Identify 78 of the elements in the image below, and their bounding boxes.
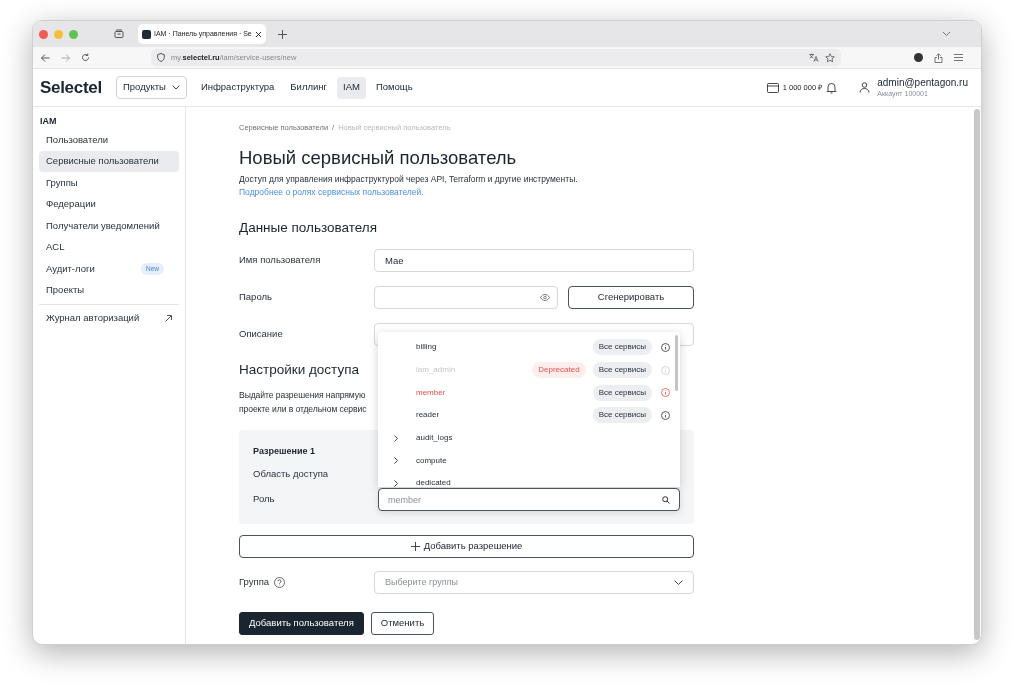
logo[interactable]: Selectel: [40, 74, 116, 101]
shield-icon: [157, 53, 165, 62]
paragraph-line: Выдайте разрешения напрямую: [239, 389, 366, 402]
field-label: Пароль: [239, 290, 273, 305]
share-icon[interactable]: [934, 52, 943, 63]
dropdown-group[interactable]: dedicated: [378, 472, 673, 487]
account-email[interactable]: admin@pentagon.ru: [877, 76, 968, 89]
scope-tag: Все сервисы: [592, 384, 652, 401]
info-icon[interactable]: [661, 342, 670, 352]
info-icon[interactable]: [661, 410, 670, 420]
field-label: Описание: [239, 327, 284, 342]
cancel-button[interactable]: Отменить: [370, 612, 435, 635]
nav-tab[interactable]: Биллинг: [284, 76, 333, 99]
menu-icon[interactable]: [954, 54, 963, 61]
search-icon: [662, 495, 670, 504]
plus-icon: [410, 542, 420, 551]
tab-overview-icon[interactable]: [114, 29, 124, 39]
reload-icon[interactable]: [81, 53, 90, 62]
show-password-eye-icon[interactable]: [540, 294, 550, 301]
external-link-arrow-icon: [165, 315, 172, 322]
dropdown-option[interactable]: member Все сервисы: [378, 381, 673, 405]
scope-tag: Все сервисы: [592, 407, 652, 424]
password-field[interactable]: [374, 286, 558, 309]
dropdown-option[interactable]: reader Все сервисы: [378, 404, 673, 427]
field-label: Имя пользователя: [239, 253, 322, 268]
bookmark-star-icon[interactable]: [825, 52, 835, 63]
new-tab-icon[interactable]: [278, 29, 287, 39]
tab-list-chevron-icon[interactable]: [942, 31, 951, 37]
sidebar-link[interactable]: Журнал авторизаций: [39, 308, 179, 329]
field-label: Группа: [239, 575, 270, 590]
close-icon[interactable]: [255, 30, 262, 38]
site-favicon: [142, 29, 151, 39]
sidebar-item[interactable]: Пользователи: [39, 129, 179, 151]
chevron-down-icon: [674, 580, 683, 585]
sidebar-item[interactable]: Проекты: [39, 279, 179, 301]
section-heading: Данные пользователя: [239, 219, 378, 237]
field-label: Область доступа: [253, 468, 329, 480]
scope-tag: Все сервисы: [592, 339, 652, 356]
translate-icon[interactable]: [809, 53, 819, 62]
generate-password-button[interactable]: Сгенерировать: [568, 286, 694, 309]
page-title: Новый сервисный пользователь: [239, 147, 518, 169]
chevron-down-icon: [171, 85, 180, 90]
chevron-right-icon: [394, 434, 399, 442]
section-heading: Настройки доступа: [239, 361, 359, 379]
paragraph-line: проекте или в отдельном сервис: [239, 403, 367, 416]
profile-avatar[interactable]: [914, 53, 923, 62]
field-label: Роль: [253, 492, 276, 507]
dropdown-group[interactable]: audit_logs: [378, 426, 673, 450]
sidebar-item[interactable]: Сервисные пользователи: [39, 150, 179, 172]
sidebar-item[interactable]: Федерации: [39, 193, 179, 215]
text-input-field[interactable]: Мае: [374, 249, 694, 272]
wallet-card-icon: [766, 82, 779, 93]
dropdown-option[interactable]: billing Все сервисы: [378, 336, 673, 359]
add-user-button[interactable]: Добавить пользователя: [239, 612, 364, 635]
close-window-button[interactable]: [39, 29, 48, 39]
page-scrollbar[interactable]: [974, 109, 980, 640]
nav-tab[interactable]: Помощь: [369, 76, 419, 99]
back-icon[interactable]: [41, 53, 50, 62]
info-icon[interactable]: [661, 388, 670, 398]
add-permission-button[interactable]: Добавить разрешение: [239, 535, 694, 558]
scope-tag: Все сервисы: [592, 362, 652, 379]
chevron-right-icon: [394, 457, 399, 465]
deprecated-tag: Deprecated: [532, 362, 586, 379]
permission-title: Разрешение 1: [253, 445, 316, 457]
nav-tab[interactable]: Инфраструктура: [194, 76, 281, 99]
sidebar-item[interactable]: ACL: [39, 236, 179, 258]
dropdown-group[interactable]: compute: [378, 449, 673, 473]
user-icon: [859, 82, 871, 93]
chevron-right-icon: [394, 479, 399, 487]
sidebar-heading: IAM: [39, 115, 58, 128]
sidebar-item[interactable]: Получатели уведомлений: [39, 215, 179, 237]
roles-help-link[interactable]: Подробнее о ролях сервисных пользователей.: [239, 186, 694, 199]
nav-tab[interactable]: IAM: [337, 76, 366, 99]
products-menu-button[interactable]: Продукты: [116, 76, 187, 99]
sidebar-item[interactable]: Группы: [39, 172, 179, 194]
notification-bell-icon[interactable]: [826, 81, 838, 94]
page-description: Доступ для управления инфраструктурой через API, Terraform и другие инструменты.: [239, 173, 579, 186]
help-icon[interactable]: [274, 577, 286, 588]
